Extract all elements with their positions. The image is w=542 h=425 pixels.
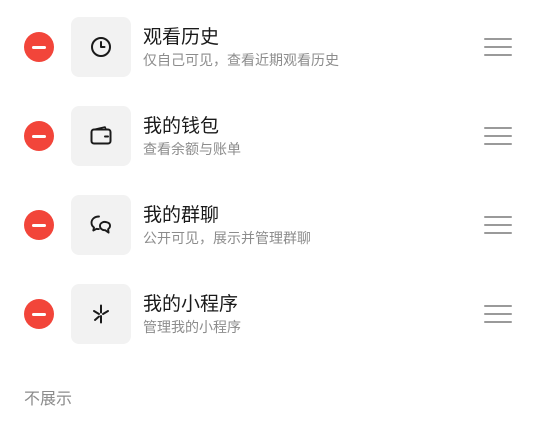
minus-icon bbox=[32, 223, 46, 227]
minus-icon bbox=[32, 312, 46, 316]
drag-handle-icon[interactable] bbox=[484, 216, 512, 234]
item-title: 我的钱包 bbox=[143, 115, 220, 137]
drag-handle-icon[interactable] bbox=[484, 127, 512, 145]
remove-button[interactable] bbox=[24, 121, 54, 151]
item-title: 我的群聊 bbox=[143, 204, 220, 226]
list-item-group-chats[interactable]: 我的群聊 公开可见，展示并管理群聊 bbox=[0, 195, 542, 255]
item-subtitle: 管理我的小程序 bbox=[143, 320, 241, 336]
list-item-mini-programs[interactable]: 我的小程序 管理我的小程序 bbox=[0, 284, 542, 344]
item-title: 我的小程序 bbox=[143, 293, 239, 315]
item-icon-tile bbox=[71, 106, 131, 166]
item-subtitle: 查看余额与账单 bbox=[143, 142, 241, 158]
item-title: 观看历史 bbox=[143, 26, 220, 48]
remove-button[interactable] bbox=[24, 299, 54, 329]
remove-button[interactable] bbox=[24, 210, 54, 240]
minus-icon bbox=[32, 45, 46, 49]
list-item-wallet[interactable]: 我的钱包 查看余额与账单 bbox=[0, 106, 542, 166]
item-subtitle: 仅自己可见，查看近期观看历史 bbox=[143, 53, 339, 69]
item-icon-tile bbox=[71, 195, 131, 255]
hidden-section-label: 不展示 bbox=[24, 389, 73, 408]
mini-program-icon bbox=[93, 304, 109, 324]
shown-items-page: 观看历史 仅自己可见，查看近期观看历史 我的钱包 查看余额与账单 我的群聊 公开… bbox=[0, 0, 542, 425]
chat-bubbles-icon bbox=[90, 215, 111, 234]
remove-button[interactable] bbox=[24, 32, 54, 62]
clock-icon bbox=[91, 37, 111, 57]
item-subtitle: 公开可见，展示并管理群聊 bbox=[143, 231, 311, 247]
list-item-watch-history[interactable]: 观看历史 仅自己可见，查看近期观看历史 bbox=[0, 17, 542, 77]
minus-icon bbox=[32, 134, 46, 138]
wallet-icon bbox=[90, 126, 112, 145]
drag-handle-icon[interactable] bbox=[484, 305, 512, 323]
item-icon-tile bbox=[71, 284, 131, 344]
drag-handle-icon[interactable] bbox=[484, 38, 512, 56]
item-icon-tile bbox=[71, 17, 131, 77]
